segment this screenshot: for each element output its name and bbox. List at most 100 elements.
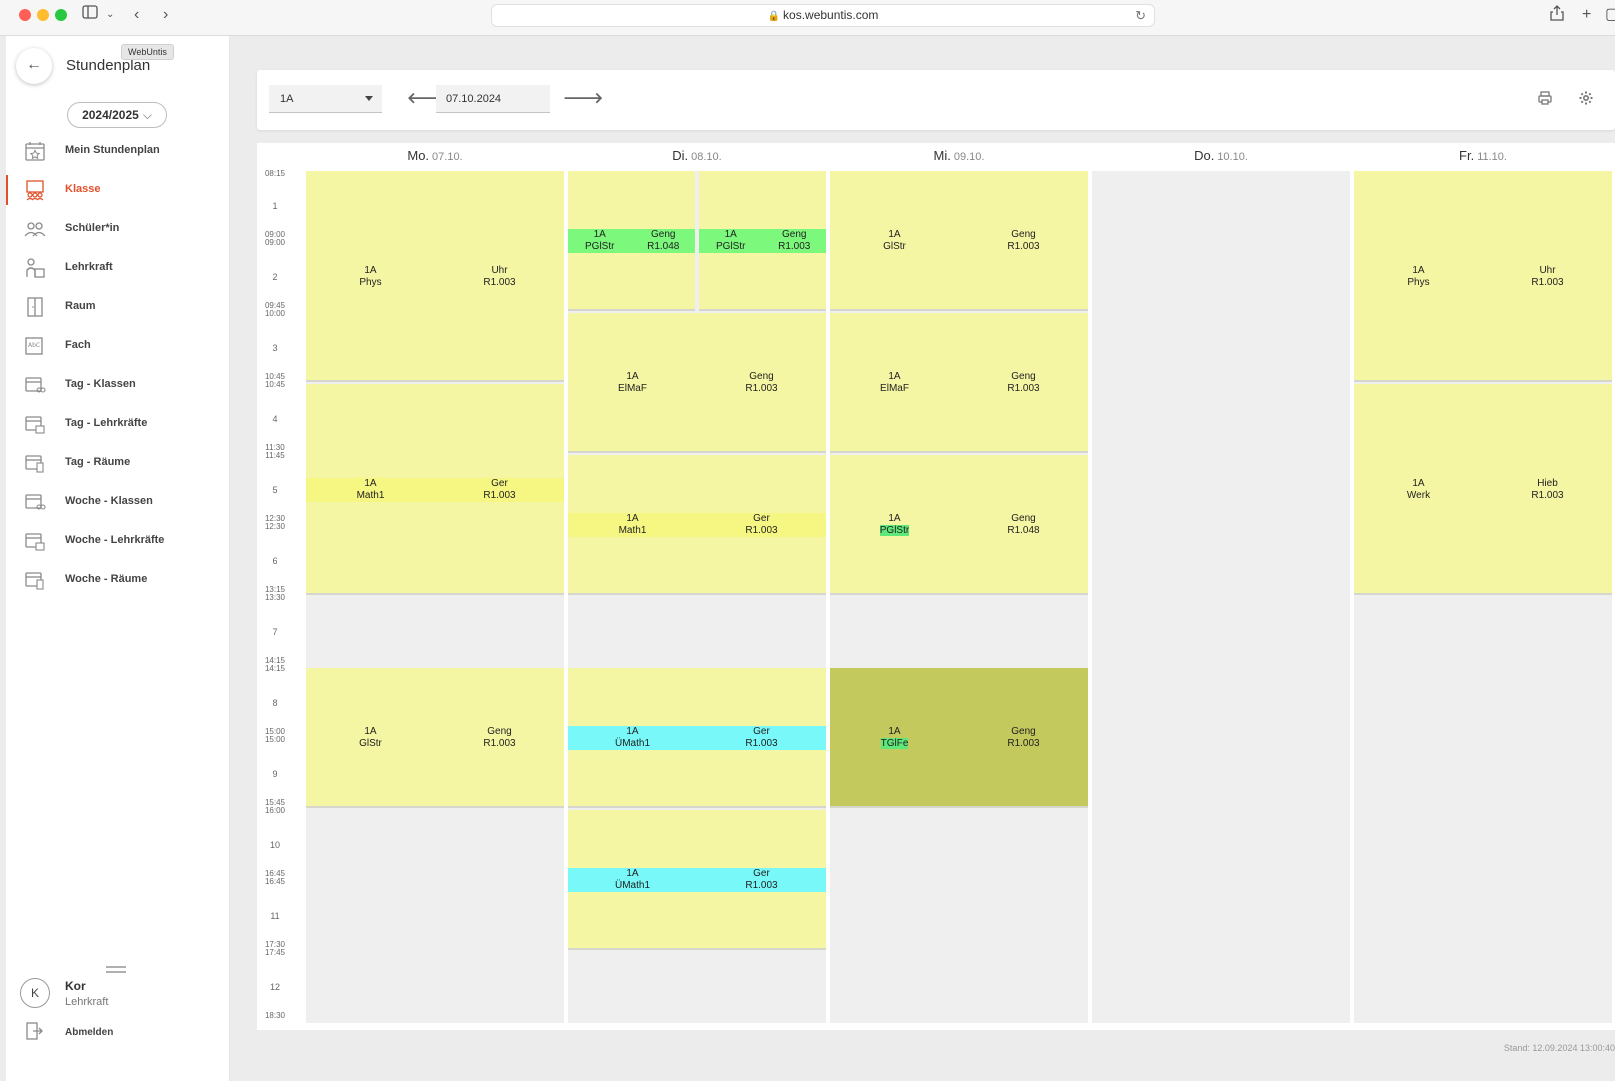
lesson-block[interactable]: 1A PGlStr Geng R1.048: [568, 171, 695, 311]
sidebar-item-woche-lehrkraefte[interactable]: Woche - Lehrkräfte: [6, 526, 229, 556]
day-date: 10.10.: [1217, 151, 1248, 163]
logout-button[interactable]: Abmelden: [6, 1016, 229, 1046]
day-header: Mi. 09.10.: [830, 148, 1088, 168]
period-number: 12: [269, 982, 280, 992]
sidebar-item-fach[interactable]: AbC Fach: [6, 331, 229, 361]
lesson-subject: GlStr: [830, 241, 959, 253]
sidebar-item-woche-raeume[interactable]: Woche - Räume: [6, 565, 229, 595]
minimize-window-button[interactable]: [37, 9, 49, 21]
lesson-room: R1.003: [483, 738, 516, 749]
tooltip: WebUntis: [121, 44, 174, 60]
sidebar-item-tag-lehrkraefte[interactable]: Tag - Lehrkräfte: [6, 409, 229, 439]
share-icon[interactable]: [1550, 5, 1564, 27]
lesson-entry: 1A PGlStr Geng R1.048: [568, 229, 695, 253]
period-number: 6: [272, 556, 278, 566]
day-date: 08.10.: [691, 151, 722, 163]
chevron-down-icon[interactable]: ⌄: [106, 5, 114, 25]
lesson-block[interactable]: 1A ÜMath1 Ger R1.003: [568, 668, 826, 808]
sidebar-item-lehrkraft[interactable]: Lehrkraft: [6, 253, 229, 283]
sidebar-item-label: Schüler*in: [65, 222, 120, 234]
back-button[interactable]: ←: [16, 48, 52, 84]
date-input[interactable]: 07.10.2024: [436, 85, 550, 113]
lesson-subject-text: GlStr: [359, 738, 382, 749]
lesson-class: 1A: [626, 513, 639, 524]
lesson-entry: 1A ElMaF Geng R1.003: [830, 371, 1088, 395]
address-bar[interactable]: 🔒 kos.webuntis.com ↻: [491, 4, 1155, 27]
lesson-block[interactable]: 1A GlStr Geng R1.003: [306, 668, 564, 808]
print-icon[interactable]: [1537, 90, 1553, 106]
lesson-block[interactable]: 1A Phys Uhr R1.003: [306, 171, 564, 382]
sidebar-item-tag-raeume[interactable]: Tag - Räume: [6, 448, 229, 478]
avatar[interactable]: K: [20, 978, 50, 1008]
lesson-block[interactable]: 1A ÜMath1 Ger R1.003: [568, 810, 826, 950]
lesson-teacher: Geng: [782, 229, 807, 240]
sidebar-item-tag-klassen[interactable]: Tag - Klassen: [6, 370, 229, 400]
lesson-subject-text: Phys: [359, 276, 382, 288]
lesson-block[interactable]: 1A PGlStr Geng R1.048: [830, 455, 1088, 595]
lesson-class: 1A: [888, 229, 901, 240]
lesson-subject-text: Math1: [618, 525, 647, 536]
close-window-button[interactable]: [19, 9, 31, 21]
school-year-select[interactable]: 2024/2025 ⌵: [67, 102, 167, 128]
day-header: Di. 08.10.: [568, 148, 826, 168]
sidebar-item-label: Woche - Klassen: [65, 495, 153, 507]
timetable-grid: Mo. 07.10. Di. 08.10. Mi. 09.10. Do. 10.10. Fr. 1…: [257, 143, 1615, 1030]
lesson-entry: 1A GlStr Geng R1.003: [306, 726, 564, 750]
url-text: kos.webuntis.com: [783, 8, 879, 22]
browser-toolbar: ⌄ ‹ › 🔒 kos.webuntis.com ↻ + ▢: [0, 0, 1615, 36]
period-number: 10: [269, 840, 280, 850]
calendar-teacher-icon: [25, 533, 45, 551]
browser-forward-icon[interactable]: ›: [163, 5, 168, 25]
sidebar-item-label: Tag - Klassen: [65, 378, 136, 390]
lesson-block[interactable]: 1A Math1 Ger R1.003: [568, 455, 826, 595]
user-name: Kor: [65, 979, 86, 993]
lesson-block[interactable]: 1A Math1 Ger R1.003: [306, 384, 564, 595]
lesson-block[interactable]: 1A Werk Hieb R1.003: [1354, 384, 1612, 595]
lesson-teacher: Hieb: [1537, 477, 1558, 489]
lesson-block[interactable]: 1A TGlFe Geng R1.003: [830, 668, 1088, 808]
svg-text:AbC: AbC: [28, 342, 40, 349]
reload-icon[interactable]: ↻: [1135, 5, 1146, 26]
lesson-teacher: Uhr: [1539, 264, 1556, 276]
lesson-teacher: Ger: [753, 726, 770, 737]
tab-overview-icon[interactable]: ▢: [1605, 5, 1615, 25]
calendar-class-icon: [25, 494, 46, 510]
period-start-time: 09:00: [264, 238, 286, 247]
sidebar-item-woche-klassen[interactable]: Woche - Klassen: [6, 487, 229, 517]
lesson-class: 1A: [1412, 264, 1425, 276]
lesson-room: R1.003: [483, 276, 516, 288]
lesson-room: R1.003: [745, 880, 778, 891]
period-number: 5: [272, 485, 278, 495]
lesson-teacher: Ger: [753, 868, 770, 879]
lesson-subject: PGlStr: [568, 241, 632, 253]
lesson-subject-text: ÜMath1: [614, 738, 650, 749]
lesson-block[interactable]: 1A ElMaF Geng R1.003: [830, 313, 1088, 453]
lesson-room: R1.003: [745, 738, 778, 749]
period-start-time: 14:15: [264, 664, 286, 673]
lesson-block[interactable]: 1A ElMaF Geng R1.003: [568, 313, 826, 453]
lesson-block[interactable]: 1A GlStr Geng R1.003: [830, 171, 1088, 311]
students-icon: [24, 222, 46, 237]
gear-icon[interactable]: [1578, 90, 1594, 106]
lesson-room: R1.003: [745, 383, 778, 394]
day-header: Fr. 11.10.: [1354, 148, 1612, 168]
sidebar-toggle-icon[interactable]: [82, 5, 98, 25]
class-select[interactable]: 1A: [269, 85, 382, 113]
period-number: 7: [272, 627, 278, 637]
next-week-button[interactable]: 🡒: [563, 88, 603, 107]
new-tab-icon[interactable]: +: [1582, 5, 1591, 25]
sidebar-item-schueler[interactable]: Schüler*in: [6, 214, 229, 244]
lesson-subject: Werk: [1354, 490, 1483, 502]
sidebar-item-raum[interactable]: Raum: [6, 292, 229, 322]
logout-icon: [26, 1022, 43, 1040]
maximize-window-button[interactable]: [55, 9, 67, 21]
lesson-class: 1A: [626, 371, 639, 382]
lesson-block[interactable]: 1A Phys Uhr R1.003: [1354, 171, 1612, 382]
browser-back-icon[interactable]: ‹: [134, 5, 139, 25]
sidebar-item-mein-stundenplan[interactable]: Mein Stundenplan: [6, 136, 229, 166]
lesson-block[interactable]: 1A PGlStr Geng R1.003: [699, 171, 826, 311]
lesson-subject-text: PGlStr: [585, 241, 615, 252]
drag-handle[interactable]: [106, 966, 126, 973]
lesson-room: R1.003: [1007, 738, 1040, 749]
sidebar-item-klasse[interactable]: Klasse: [6, 175, 229, 205]
